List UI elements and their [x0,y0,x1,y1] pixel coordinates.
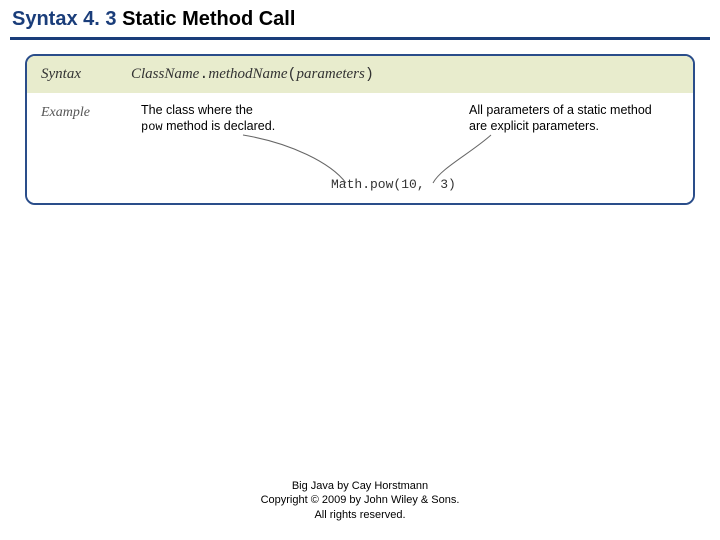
note-left-pow: pow [141,120,163,134]
syntax-open-paren: ( [288,66,297,83]
example-label: Example [41,103,131,195]
example-body: The class where the pow method is declar… [131,103,679,195]
note-right-line2: are explicit parameters. [469,119,599,133]
note-right-line1: All parameters of a static method [469,103,652,117]
syntax-params: parameters [297,66,365,82]
slide-title: Syntax 4. 3 Static Method Call [0,0,720,35]
syntax-row: Syntax ClassName.methodName(parameters) [27,56,693,93]
title-prefix: Syntax 4. 3 [12,8,117,30]
note-explicit-params: All parameters of a static method are ex… [469,103,679,134]
note-left-line2: method is declared. [163,119,276,133]
connector-line-right [431,133,501,188]
footer-line1: Big Java by Cay Horstmann [0,479,720,493]
syntax-close-paren: ) [365,66,374,83]
note-class-declared: The class where the pow method is declar… [141,103,321,135]
title-main: Static Method Call [117,8,296,30]
content-area: Syntax ClassName.methodName(parameters) … [0,40,720,219]
syntax-classname: ClassName [131,66,199,82]
connector-line-left [241,133,351,188]
footer-line3: All rights reserved. [0,508,720,522]
slide-footer: Big Java by Cay Horstmann Copyright © 20… [0,479,720,522]
footer-line2: Copyright © 2009 by John Wiley & Sons. [0,493,720,507]
syntax-label: Syntax [41,66,131,83]
example-row: Example The class where the pow method i… [27,93,693,203]
syntax-expression: ClassName.methodName(parameters) [131,66,374,83]
note-left-line1: The class where the [141,103,253,117]
syntax-dot: . [199,66,208,83]
syntax-method: methodName [208,66,287,82]
syntax-diagram-box: Syntax ClassName.methodName(parameters) … [25,54,695,205]
